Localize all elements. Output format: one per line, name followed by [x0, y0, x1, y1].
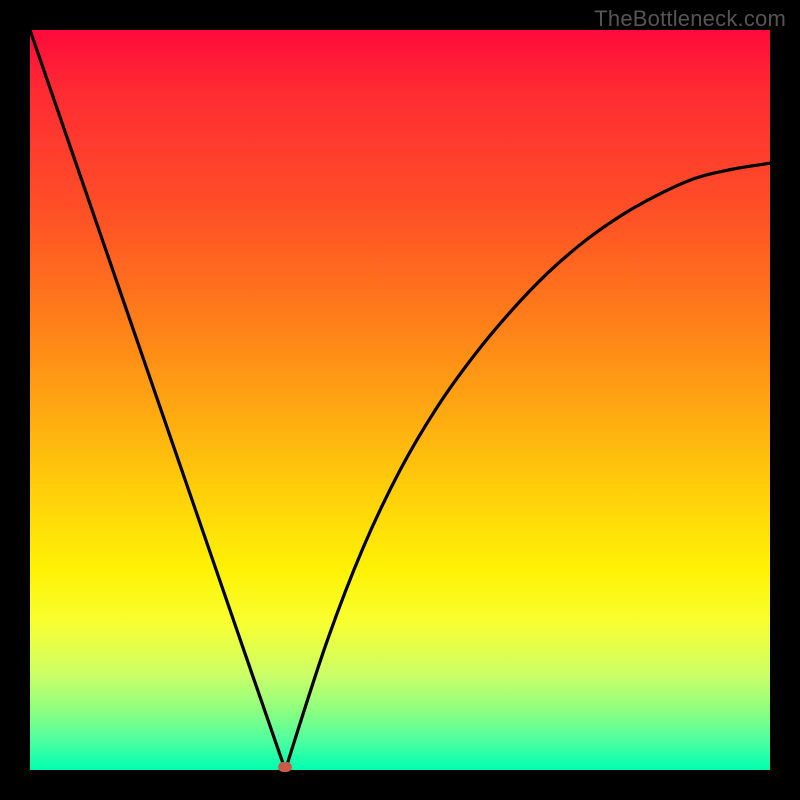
- plot-area: [30, 30, 770, 770]
- minimum-marker: [278, 762, 292, 772]
- bottleneck-curve: [30, 30, 770, 770]
- chart-frame: TheBottleneck.com: [0, 0, 800, 800]
- watermark-label: TheBottleneck.com: [594, 6, 786, 32]
- curve-svg: [30, 30, 770, 770]
